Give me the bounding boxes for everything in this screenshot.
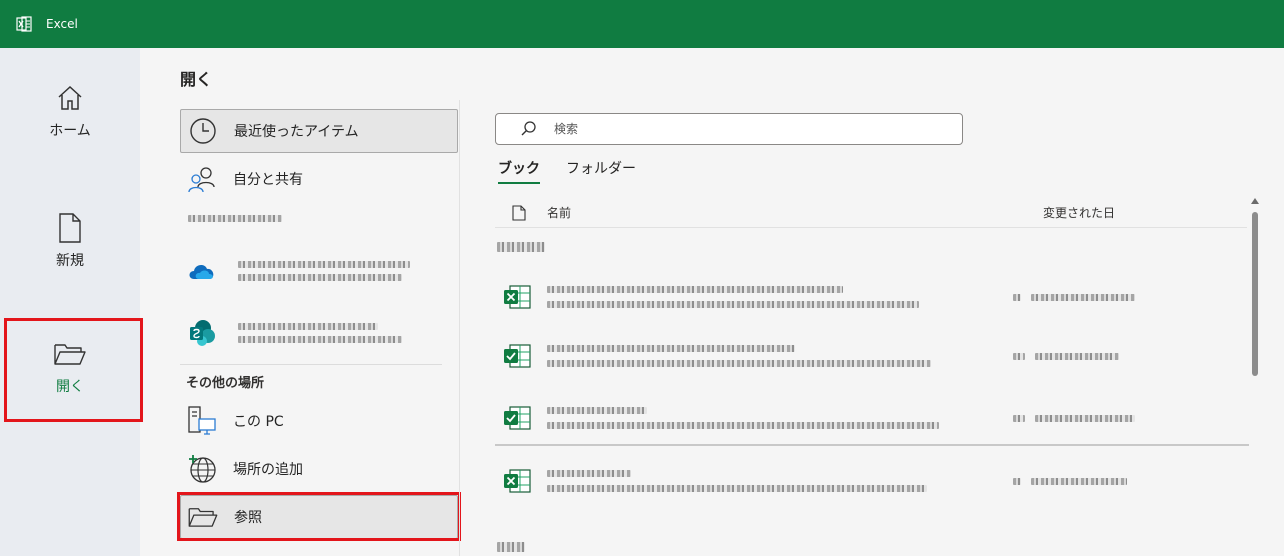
blurred-file-text xyxy=(547,286,919,308)
file-type-tabs: ブック フォルダー xyxy=(498,158,662,184)
location-browse[interactable]: 参照 xyxy=(180,495,458,539)
backstage-nav: ホーム 新規 開く xyxy=(0,48,140,556)
nav-new[interactable]: 新規 xyxy=(0,178,140,278)
blurred-file-date xyxy=(1013,414,1135,422)
location-add-place[interactable]: 場所の追加 xyxy=(180,447,458,491)
column-name[interactable]: 名前 xyxy=(547,204,571,221)
onedrive-cloud-icon xyxy=(186,255,218,287)
tab-folders[interactable]: フォルダー xyxy=(566,158,636,184)
location-recent-label: 最近使ったアイテム xyxy=(234,124,359,140)
location-sharepoint-account[interactable] xyxy=(180,306,458,360)
globe-add-icon xyxy=(186,453,218,485)
locations-divider xyxy=(180,364,442,365)
page-title: 開く xyxy=(180,70,213,89)
title-bar: Excel xyxy=(0,0,1284,48)
excel-file-icon xyxy=(504,285,531,309)
location-this-pc[interactable]: この PC xyxy=(180,399,458,443)
excel-shared-file-icon xyxy=(504,344,531,368)
computer-icon xyxy=(186,405,218,437)
blurred-file-text xyxy=(547,345,931,367)
location-browse-label: 参照 xyxy=(234,510,262,526)
blurred-group-label xyxy=(497,542,525,552)
column-separator xyxy=(459,100,460,556)
file-row[interactable] xyxy=(495,327,1247,385)
location-onedrive-account[interactable] xyxy=(180,244,458,298)
file-list-header: 名前 変更された日 xyxy=(495,198,1247,228)
location-shared-label: 自分と共有 xyxy=(233,172,303,188)
tab-books[interactable]: ブック xyxy=(498,158,540,184)
open-folder-icon xyxy=(54,338,86,370)
location-shared[interactable]: 自分と共有 xyxy=(180,157,458,201)
app-name: Excel xyxy=(46,17,78,31)
browse-folder-icon xyxy=(187,501,219,533)
blurred-group-label xyxy=(497,242,545,252)
scroll-up-arrow-icon[interactable] xyxy=(1251,198,1259,204)
file-row[interactable] xyxy=(495,452,1247,510)
search-box[interactable] xyxy=(495,113,963,145)
location-this-pc-label: この PC xyxy=(233,414,284,430)
blurred-account-text-2 xyxy=(238,323,402,343)
nav-home-label: ホーム xyxy=(49,123,91,139)
search-icon xyxy=(521,121,536,136)
blurred-account-text xyxy=(238,261,410,281)
shared-people-icon xyxy=(186,163,218,195)
blurred-file-date xyxy=(1013,477,1127,485)
list-scroll-separator xyxy=(495,444,1249,446)
blurred-file-date xyxy=(1013,293,1135,301)
new-document-icon xyxy=(54,212,86,244)
excel-shared-file-icon xyxy=(504,406,531,430)
search-input[interactable] xyxy=(554,122,934,136)
file-row[interactable] xyxy=(495,268,1247,326)
nav-new-label: 新規 xyxy=(56,253,84,269)
file-row[interactable] xyxy=(495,389,1247,447)
location-recent[interactable]: 最近使ったアイテム xyxy=(180,109,458,153)
blurred-file-text xyxy=(547,407,939,429)
sharepoint-icon xyxy=(186,317,218,349)
location-add-place-label: 場所の追加 xyxy=(233,462,303,478)
blurred-file-text xyxy=(547,470,927,492)
nav-home[interactable]: ホーム xyxy=(0,48,140,148)
excel-logo-icon xyxy=(16,16,32,32)
blurred-file-date xyxy=(1013,352,1119,360)
file-list-scrollbar[interactable] xyxy=(1248,196,1262,556)
other-places-heading: その他の場所 xyxy=(186,376,265,391)
file-type-icon xyxy=(512,204,526,221)
nav-open[interactable]: 開く xyxy=(0,320,140,420)
blurred-section-heading xyxy=(188,215,282,222)
clock-icon xyxy=(187,115,219,147)
excel-file-icon xyxy=(504,469,531,493)
home-icon xyxy=(54,82,86,114)
nav-open-label: 開く xyxy=(56,379,84,395)
column-modified[interactable]: 変更された日 xyxy=(1043,204,1115,221)
scrollbar-thumb[interactable] xyxy=(1252,212,1258,376)
